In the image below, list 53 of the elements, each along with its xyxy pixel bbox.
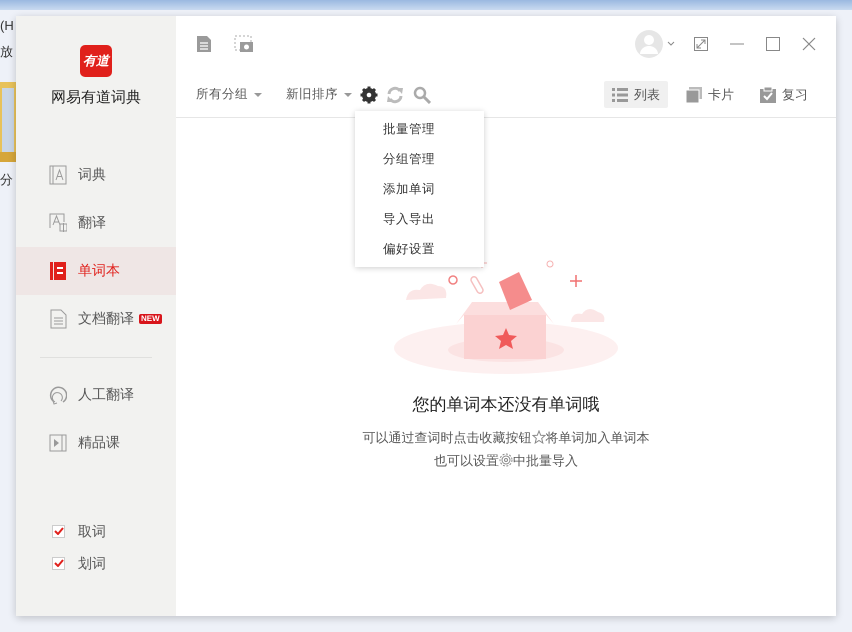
- hint-text: 可以通过查词时点击收藏按钮: [362, 428, 532, 446]
- search-icon[interactable]: [413, 86, 431, 104]
- app-name: 网易有道词典: [51, 88, 141, 108]
- view-tab[interactable]: 复习: [752, 80, 816, 108]
- maximize-icon[interactable]: [766, 37, 780, 51]
- translate-icon: [49, 212, 67, 232]
- menu-text: (H: [0, 17, 14, 35]
- caret-icon: [344, 92, 352, 96]
- folder-icon: [0, 82, 16, 162]
- sidebar-item[interactable]: 词典: [16, 150, 176, 198]
- sidebar-item[interactable]: 单词本: [16, 246, 176, 294]
- sidebar-item[interactable]: 翻译: [16, 198, 176, 246]
- letter-a-icon: [49, 164, 67, 184]
- document-icon: [49, 308, 67, 328]
- menu-item[interactable]: 批量管理: [355, 114, 484, 144]
- star-icon: [532, 430, 546, 444]
- view-tab[interactable]: 卡片: [678, 80, 742, 108]
- checkbox-label: 划词: [78, 554, 106, 572]
- group-filter-dropdown[interactable]: 所有分组: [196, 85, 262, 104]
- cards-icon: [686, 86, 702, 102]
- new-badge: NEW: [139, 314, 162, 324]
- file-label: 分: [0, 171, 13, 189]
- settings-icon: [499, 453, 513, 467]
- sort-dropdown[interactable]: 新旧排序: [286, 85, 352, 104]
- close-icon[interactable]: [802, 37, 816, 51]
- caret-icon: [254, 92, 262, 96]
- view-tab[interactable]: 列表: [604, 80, 668, 108]
- screenshot-icon[interactable]: [234, 35, 254, 53]
- list-icon: [612, 86, 628, 102]
- headset-icon: [49, 384, 67, 404]
- menu-item[interactable]: 偏好设置: [355, 234, 484, 264]
- sidebar-item[interactable]: 人工翻译: [16, 370, 176, 418]
- restore-icon[interactable]: [694, 37, 708, 51]
- menu-item[interactable]: 分组管理: [355, 144, 484, 174]
- menu-item[interactable]: 导入导出: [355, 204, 484, 234]
- hint-text: 将单词加入单词本: [546, 428, 650, 446]
- checkbox-label: 取词: [78, 522, 106, 540]
- clipboard-check-icon: [760, 86, 776, 102]
- notebook-icon: [49, 260, 67, 280]
- hint-text: 中批量导入: [513, 452, 578, 470]
- hint-text: 也可以设置: [434, 452, 499, 470]
- checkbox[interactable]: [52, 524, 65, 538]
- sidebar-item[interactable]: 精品课: [16, 418, 176, 466]
- document-icon[interactable]: [196, 35, 212, 53]
- checkbox[interactable]: [52, 556, 65, 570]
- video-play-icon: [49, 432, 67, 452]
- refresh-icon[interactable]: [386, 86, 404, 104]
- app-logo: 有道: [80, 45, 112, 77]
- sidebar-item-label[interactable]: 文档翻译: [78, 308, 134, 329]
- menu-item[interactable]: 添加单词: [355, 174, 484, 204]
- toolbar-text: 放: [0, 43, 13, 61]
- empty-title: 您的单词本还没有单词哦: [412, 394, 600, 416]
- settings-icon[interactable]: [360, 86, 378, 104]
